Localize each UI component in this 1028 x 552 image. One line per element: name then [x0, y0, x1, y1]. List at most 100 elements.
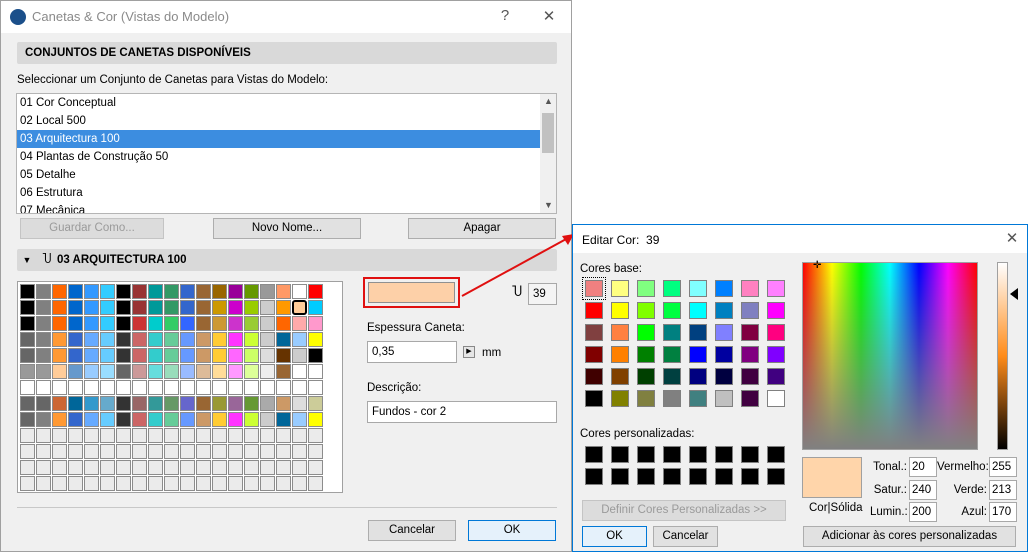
custom-color-swatch[interactable] — [689, 468, 707, 485]
pen-color-cell[interactable] — [68, 332, 83, 347]
pen-color-cell[interactable] — [292, 332, 307, 347]
thickness-arrow-icon[interactable]: ▶ — [463, 346, 475, 358]
pen-color-cell[interactable] — [164, 380, 179, 395]
pen-color-cell[interactable] — [148, 316, 163, 331]
pen-color-cell[interactable] — [308, 380, 323, 395]
basic-color-swatch[interactable] — [585, 324, 603, 341]
pen-color-cell[interactable] — [20, 364, 35, 379]
luminance-pointer-icon[interactable] — [1010, 288, 1018, 300]
pen-color-cell[interactable] — [276, 348, 291, 363]
pen-color-cell[interactable] — [228, 332, 243, 347]
pen-color-cell[interactable] — [308, 348, 323, 363]
pen-color-cell[interactable] — [228, 476, 243, 491]
pen-color-cell[interactable] — [228, 460, 243, 475]
pen-color-cell[interactable] — [148, 284, 163, 299]
basic-color-swatch[interactable] — [715, 368, 733, 385]
pen-set-list-item[interactable]: 05 Detalhe — [17, 166, 541, 184]
thickness-input[interactable]: 0,35 — [367, 341, 457, 363]
pen-color-cell[interactable] — [116, 428, 131, 443]
pen-color-cell[interactable] — [116, 380, 131, 395]
pen-color-cell[interactable] — [308, 300, 323, 315]
pen-color-cell[interactable] — [148, 444, 163, 459]
pen-color-cell[interactable] — [308, 284, 323, 299]
pen-color-cell[interactable] — [100, 300, 115, 315]
pen-color-cell[interactable] — [244, 444, 259, 459]
pen-color-cell[interactable] — [68, 444, 83, 459]
pen-color-cell[interactable] — [36, 396, 51, 411]
pen-color-cell[interactable] — [228, 412, 243, 427]
pen-color-cell[interactable] — [228, 396, 243, 411]
pen-color-cell[interactable] — [52, 364, 67, 379]
pen-color-cell[interactable] — [308, 444, 323, 459]
pen-color-cell[interactable] — [20, 476, 35, 491]
pen-color-cell[interactable] — [132, 460, 147, 475]
basic-color-swatch[interactable] — [715, 280, 733, 297]
pen-color-cell[interactable] — [100, 364, 115, 379]
luminance-slider[interactable] — [997, 262, 1008, 450]
pen-color-cell[interactable] — [228, 316, 243, 331]
pen-color-cell[interactable] — [148, 348, 163, 363]
pen-color-cell[interactable] — [36, 348, 51, 363]
pen-color-cell[interactable] — [260, 396, 275, 411]
pen-color-cell[interactable] — [196, 300, 211, 315]
pen-color-cell[interactable] — [36, 460, 51, 475]
pen-color-cell[interactable] — [260, 332, 275, 347]
pen-color-cell[interactable] — [52, 332, 67, 347]
custom-color-swatch[interactable] — [585, 446, 603, 463]
pen-color-cell[interactable] — [148, 364, 163, 379]
pen-color-cell[interactable] — [196, 364, 211, 379]
blue-input[interactable]: 170 — [989, 502, 1017, 522]
pen-color-cell[interactable] — [68, 412, 83, 427]
pen-color-cell[interactable] — [196, 396, 211, 411]
pen-set-list-item[interactable]: 04 Plantas de Construção 50 — [17, 148, 541, 166]
pen-color-cell[interactable] — [68, 476, 83, 491]
pen-color-cell[interactable] — [164, 300, 179, 315]
pen-color-cell[interactable] — [244, 364, 259, 379]
basic-color-swatch[interactable] — [741, 368, 759, 385]
pen-color-cell[interactable] — [100, 476, 115, 491]
pen-color-cell[interactable] — [276, 412, 291, 427]
pen-color-cell[interactable] — [276, 380, 291, 395]
pen-color-cell[interactable] — [132, 476, 147, 491]
color-spectrum[interactable] — [802, 262, 978, 450]
pen-color-cell[interactable] — [36, 476, 51, 491]
selected-pen-color-swatch[interactable] — [368, 282, 455, 303]
pen-color-cell[interactable] — [212, 396, 227, 411]
pen-color-cell[interactable] — [164, 348, 179, 363]
pen-color-cell[interactable] — [36, 444, 51, 459]
pen-color-cell[interactable] — [292, 444, 307, 459]
pen-color-cell[interactable] — [244, 332, 259, 347]
pen-color-cell[interactable] — [100, 348, 115, 363]
pen-set-list-item[interactable]: 07 Mecânica — [17, 202, 541, 213]
new-name-button[interactable]: Novo Nome... — [213, 218, 361, 239]
pen-color-cell[interactable] — [164, 444, 179, 459]
pen-color-cell[interactable] — [84, 412, 99, 427]
pen-color-cell[interactable] — [180, 316, 195, 331]
pen-color-cell[interactable] — [36, 332, 51, 347]
basic-color-swatch[interactable] — [715, 346, 733, 363]
pen-color-cell[interactable] — [68, 396, 83, 411]
pen-color-cell[interactable] — [132, 428, 147, 443]
basic-color-swatch[interactable] — [637, 302, 655, 319]
custom-color-swatch[interactable] — [611, 446, 629, 463]
basic-color-swatch[interactable] — [715, 324, 733, 341]
pen-color-cell[interactable] — [100, 332, 115, 347]
pen-color-cell[interactable] — [212, 428, 227, 443]
pen-color-cell[interactable] — [292, 284, 307, 299]
pen-color-cell[interactable] — [292, 300, 307, 315]
hue-input[interactable]: 20 — [909, 457, 937, 477]
basic-color-swatch[interactable] — [637, 346, 655, 363]
pen-color-cell[interactable] — [148, 380, 163, 395]
pen-color-cell[interactable] — [36, 284, 51, 299]
pen-color-cell[interactable] — [180, 380, 195, 395]
pen-color-cell[interactable] — [276, 460, 291, 475]
pen-color-cell[interactable] — [100, 460, 115, 475]
pen-color-cell[interactable] — [84, 444, 99, 459]
pen-color-cell[interactable] — [68, 284, 83, 299]
pen-color-cell[interactable] — [84, 364, 99, 379]
pen-color-cell[interactable] — [308, 316, 323, 331]
pen-color-cell[interactable] — [84, 380, 99, 395]
basic-color-swatch[interactable] — [767, 324, 785, 341]
pen-color-cell[interactable] — [228, 348, 243, 363]
pen-color-cell[interactable] — [52, 316, 67, 331]
